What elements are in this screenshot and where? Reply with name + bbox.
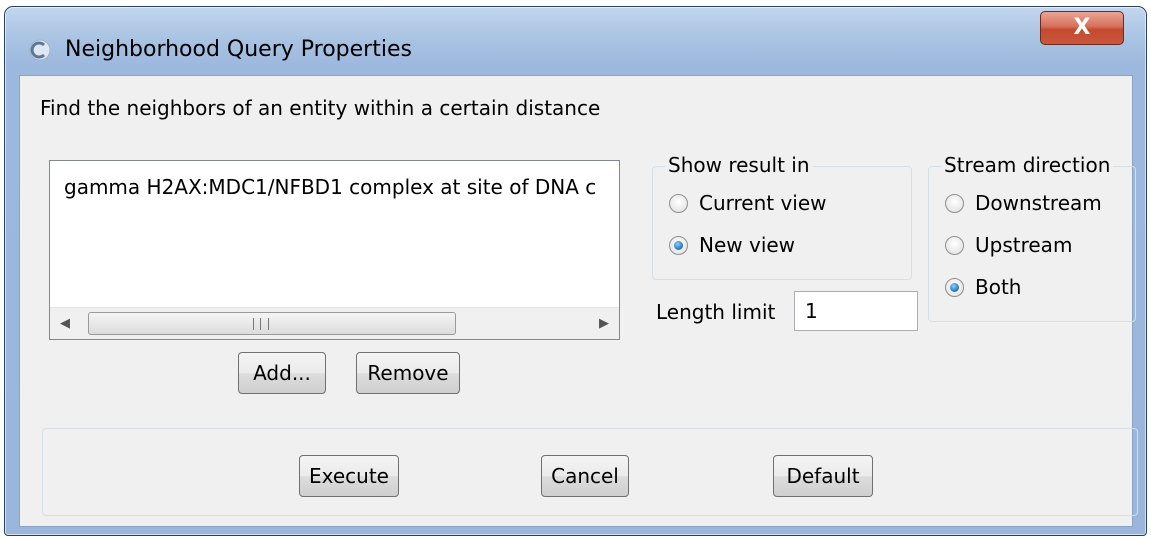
remove-button[interactable]: Remove [356,352,460,394]
radio-label: Upstream [975,233,1073,257]
radio-label: Current view [699,191,827,215]
action-panel: Execute Cancel Default [42,428,1138,516]
radio-label: New view [699,233,796,257]
add-button[interactable]: Add... [238,352,326,394]
default-button[interactable]: Default [773,455,873,497]
description-text: Find the neighbors of an entity within a… [40,96,601,120]
app-icon [29,39,51,61]
stream-direction-group: Stream direction Downstream Upstream Bot… [928,153,1136,322]
dialog-content: Find the neighbors of an entity within a… [19,75,1138,527]
length-limit-input[interactable]: 1 [794,291,918,331]
radio-button[interactable] [945,236,964,255]
stream-direction-legend: Stream direction [941,153,1114,177]
radio-button-selected[interactable] [669,236,688,255]
radio-button-selected[interactable] [945,278,964,297]
horizontal-scrollbar[interactable]: ◀ ▶ [50,307,619,339]
entity-list[interactable]: gamma H2AX:MDC1/NFBD1 complex at site of… [49,160,620,340]
radio-label: Downstream [975,191,1102,215]
length-limit-label: Length limit [656,300,776,324]
execute-button[interactable]: Execute [299,455,399,497]
scroll-left-icon[interactable]: ◀ [50,308,80,339]
radio-button[interactable] [669,194,688,213]
show-result-legend: Show result in [665,153,813,177]
show-result-group: Show result in Current view New view [652,153,912,280]
radio-label: Both [975,275,1022,299]
title-bar[interactable]: Neighborhood Query Properties X [5,7,1146,79]
list-item[interactable]: gamma H2AX:MDC1/NFBD1 complex at site of… [64,175,596,199]
grip-icon [253,318,269,330]
scroll-right-icon[interactable]: ▶ [589,308,619,339]
dialog-window: Neighborhood Query Properties X Find the… [4,6,1147,536]
close-button[interactable]: X [1040,11,1124,45]
scroll-thumb[interactable] [88,312,456,335]
cancel-button[interactable]: Cancel [541,455,629,497]
radio-button[interactable] [945,194,964,213]
window-title: Neighborhood Query Properties [65,37,412,62]
